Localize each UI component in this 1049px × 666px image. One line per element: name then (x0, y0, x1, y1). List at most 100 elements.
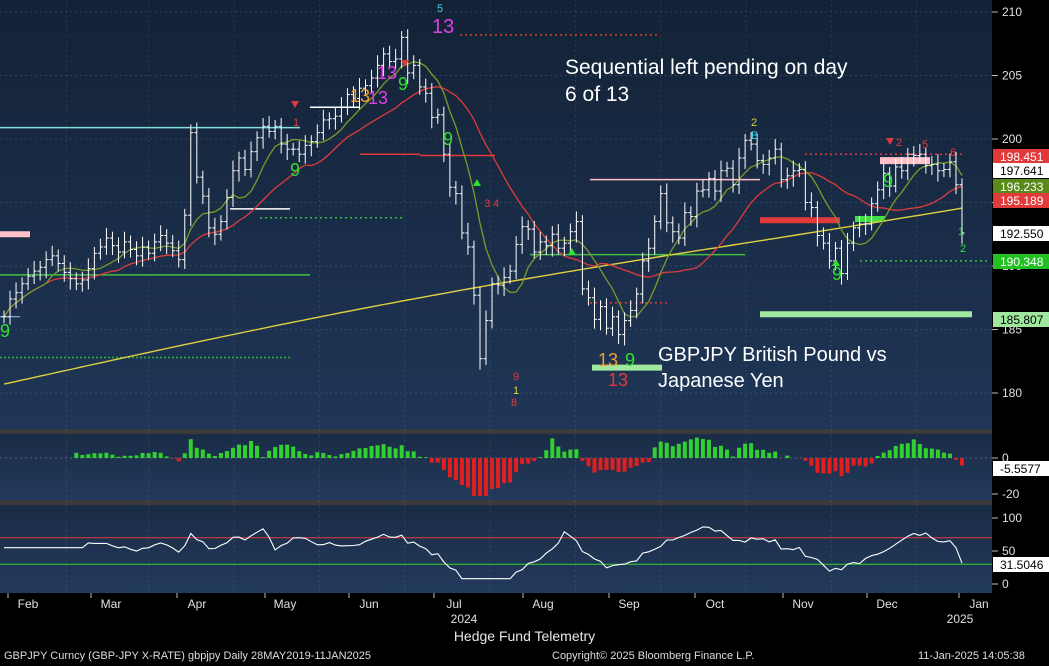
momentum-bar (676, 443, 681, 458)
sequential-count: 9 (513, 371, 519, 383)
momentum-bar (803, 458, 808, 461)
momentum-bar (755, 449, 760, 458)
sequential-count: 13 (377, 63, 397, 83)
chart-window: 9 1 9 13 13 13 9 13 5 9 3 4 9 1 8 13 13 9 2 B 9 9 2 5 6 1 2 180 18… (0, 0, 1049, 666)
momentum-bar (893, 446, 898, 458)
momentum-bar (544, 450, 549, 458)
momentum-bar (303, 454, 308, 458)
momentum-bar (182, 453, 187, 458)
sequential-count: 9 (883, 171, 893, 191)
momentum-bar (670, 446, 675, 458)
security-description: GBPJPY Curncy (GBP-JPY X-RATE) gbpjpy Da… (4, 650, 372, 662)
momentum-bar (887, 450, 892, 458)
momentum-bar (785, 455, 790, 458)
momentum-bar (718, 445, 723, 458)
momentum-bar (532, 458, 537, 461)
sequential-count: 13 (608, 370, 628, 390)
momentum-bar (592, 458, 597, 473)
sequential-count: 2 (751, 117, 757, 129)
x-tick-label: Oct (706, 597, 725, 611)
momentum-bar (315, 452, 320, 458)
momentum-bar (194, 447, 199, 458)
momentum-bar (405, 451, 410, 458)
momentum-bar (381, 444, 386, 458)
momentum-bar (833, 458, 838, 472)
momentum-bar (622, 458, 627, 472)
momentum-bar (911, 439, 916, 458)
sequential-count: 13 (432, 16, 454, 38)
momentum-bar (700, 439, 705, 458)
x-tick-label: Mar (101, 597, 122, 611)
y-tick-label: -20 (1002, 487, 1020, 501)
last-value-label: 197.641 (1000, 164, 1044, 178)
sequential-count: 5 (437, 3, 443, 15)
momentum-bar (224, 451, 229, 458)
momentum-bar (218, 453, 223, 458)
sequential-count: 9 (625, 350, 635, 370)
x-tick-label: Nov (792, 597, 813, 611)
indicator-panel-2 (0, 505, 992, 593)
momentum-bar (104, 452, 109, 458)
momentum-bar (291, 446, 296, 458)
sequential-count: 2 (960, 243, 966, 255)
momentum-bar (375, 445, 380, 458)
sequential-count: 6 (950, 147, 956, 159)
x-tick-label: Dec (876, 597, 897, 611)
momentum-bar (116, 456, 121, 458)
chart-caption: Hedge Fund Telemetry (453, 628, 596, 644)
sequential-count: 2 (896, 137, 902, 149)
momentum-bar (556, 446, 561, 458)
y-tick-label: 205 (1002, 69, 1022, 83)
momentum-bar (947, 453, 952, 458)
momentum-bar (899, 443, 904, 458)
momentum-bar (249, 441, 254, 458)
momentum-bar (682, 441, 687, 458)
annotation-sequential-line2: 6 of 13 (565, 83, 629, 106)
annotation-pair-line1: GBPJPY British Pound vs (658, 344, 887, 366)
sequential-count: 8 (511, 397, 517, 409)
momentum-bar (562, 451, 567, 458)
momentum-bar (514, 458, 519, 473)
momentum-bar (905, 443, 910, 458)
momentum-bar (490, 458, 495, 489)
y-tick-label: 200 (1002, 132, 1022, 146)
momentum-bar (363, 448, 368, 458)
sequential-count: 1 (293, 117, 299, 129)
momentum-bar (206, 453, 211, 458)
momentum-bar (809, 458, 814, 466)
momentum-bar (453, 458, 458, 480)
momentum-bar (857, 458, 862, 466)
momentum-bar (80, 455, 85, 458)
momentum-bar (496, 458, 501, 489)
momentum-bar (941, 452, 946, 458)
momentum-bar (255, 445, 260, 458)
momentum-bar (243, 445, 248, 458)
momentum-bar (580, 458, 585, 461)
momentum-bar (285, 444, 290, 458)
momentum-bar (520, 458, 525, 465)
momentum-bar (200, 449, 205, 458)
momentum-bar (749, 443, 754, 458)
momentum-bar (309, 455, 314, 458)
momentum-bar (658, 441, 663, 458)
momentum-bar (610, 458, 615, 470)
momentum-bar (230, 447, 235, 458)
momentum-bar (134, 455, 139, 458)
last-value-label: 190.348 (1000, 255, 1044, 269)
momentum-bar (339, 454, 344, 458)
momentum-bar (98, 453, 103, 458)
momentum-bar (164, 456, 169, 458)
y-tick-label: 0 (1002, 577, 1009, 591)
momentum-bar (267, 450, 272, 458)
momentum-bar (321, 453, 326, 458)
momentum-bar (628, 458, 633, 468)
momentum-bar (176, 458, 181, 462)
momentum-bar (387, 446, 392, 458)
last-value-label: 196.233 (1000, 180, 1044, 194)
momentum-bar (357, 448, 362, 458)
sequential-count: 9 (0, 321, 10, 341)
momentum-bar (128, 455, 133, 458)
momentum-bar (586, 458, 591, 467)
momentum-bar (417, 456, 422, 458)
momentum-bar (917, 444, 922, 458)
